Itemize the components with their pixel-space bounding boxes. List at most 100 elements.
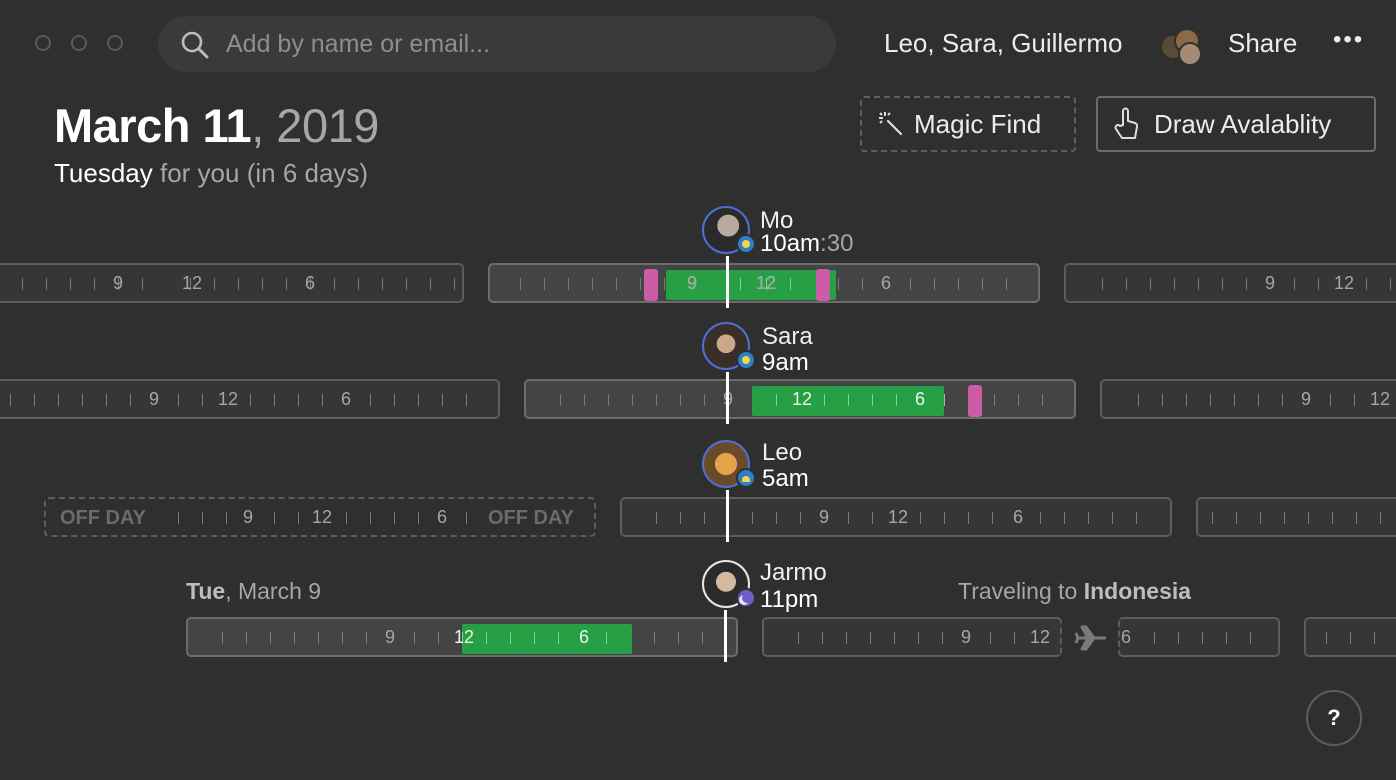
hour-tick xyxy=(454,278,455,290)
hour-tick xyxy=(654,632,655,644)
timeline-jarmo-next-day[interactable] xyxy=(1304,617,1396,657)
availability-block[interactable]: 12 6 xyxy=(454,624,632,654)
hour-tick xyxy=(1102,278,1103,290)
hour-label-noon: 12 xyxy=(791,389,813,409)
magic-find-button[interactable]: Magic Find xyxy=(860,96,1076,152)
search-bar[interactable] xyxy=(158,16,836,72)
timeline-sara-current-day[interactable]: 126 9 xyxy=(524,379,1076,419)
hour-tick xyxy=(790,278,791,290)
hour-tick xyxy=(680,394,681,406)
hour-tick xyxy=(1282,394,1283,406)
hour-tick xyxy=(702,632,703,644)
hour-tick xyxy=(632,394,633,406)
close-window-button[interactable] xyxy=(35,35,51,51)
airplane-icon xyxy=(1074,625,1106,651)
hour-tick xyxy=(1318,278,1319,290)
timeline-jarmo-travel-before[interactable]: 9 12 xyxy=(762,617,1062,657)
hour-tick xyxy=(544,278,545,290)
more-options-button[interactable]: ••• xyxy=(1333,26,1364,54)
hour-tick xyxy=(958,278,959,290)
hour-tick xyxy=(944,512,945,524)
current-time-line xyxy=(726,372,729,424)
hour-tick xyxy=(920,512,921,524)
hour-tick xyxy=(776,394,777,406)
hour-tick xyxy=(1006,278,1007,290)
hour-tick xyxy=(798,632,799,644)
zoom-window-button[interactable] xyxy=(107,35,123,51)
share-button[interactable]: Share xyxy=(1228,28,1297,59)
timeline-leo-current-day[interactable]: 9 12 6 xyxy=(620,497,1172,537)
hour-tick xyxy=(1374,632,1375,644)
timeline-mo-current-day[interactable]: 9 12 9 12 6 xyxy=(488,263,1040,303)
timeline-jarmo-current-day[interactable]: 12 6 9 xyxy=(186,617,738,657)
hour-label-morning: 9 xyxy=(242,507,254,527)
hour-tick xyxy=(838,278,839,290)
draw-availability-label: Draw Avalablity xyxy=(1154,108,1332,139)
hour-tick xyxy=(1258,394,1259,406)
hour-tick xyxy=(944,394,945,406)
hour-label-noon: 12 xyxy=(1369,389,1391,409)
timeline-leo-next-day[interactable] xyxy=(1196,497,1396,537)
local-time-leo: 5am xyxy=(762,465,809,492)
hour-tick xyxy=(322,394,323,406)
busy-marker[interactable] xyxy=(968,385,982,417)
timeline-mo-previous-day[interactable]: 9 12 6 xyxy=(0,263,464,303)
hour-tick xyxy=(346,512,347,524)
hour-label-morning: 9 xyxy=(148,389,160,409)
hour-tick xyxy=(1014,632,1015,644)
hour-tick xyxy=(616,278,617,290)
hour-tick xyxy=(406,278,407,290)
travel-label: Traveling to Indonesia xyxy=(958,578,1191,605)
magic-find-label: Magic Find xyxy=(914,108,1042,139)
help-button[interactable]: ? xyxy=(1306,690,1362,746)
hour-tick xyxy=(238,278,239,290)
search-input[interactable] xyxy=(226,16,786,72)
participants-avatar-stack[interactable] xyxy=(1160,26,1202,66)
timeline-sara-previous-day[interactable]: 9 12 6 xyxy=(0,379,500,419)
timeline-sara-next-day[interactable]: 9 12 xyxy=(1100,379,1396,419)
hour-label-noon: 12 xyxy=(311,507,333,527)
jarmo-weekday: Tue xyxy=(186,578,226,604)
hour-tick xyxy=(1174,278,1175,290)
hour-tick xyxy=(704,512,705,524)
daytime-sunrise-icon xyxy=(736,468,756,488)
hour-tick xyxy=(1350,632,1351,644)
hour-tick xyxy=(1212,512,1213,524)
hour-tick xyxy=(1226,632,1227,644)
hour-tick xyxy=(222,632,223,644)
hour-tick xyxy=(568,278,569,290)
busy-marker[interactable] xyxy=(644,269,658,301)
hour-label-noon: 12 xyxy=(887,507,909,527)
hour-tick xyxy=(1356,512,1357,524)
timeline-jarmo-travel-after[interactable]: 6 xyxy=(1118,617,1280,657)
hour-tick xyxy=(466,394,467,406)
hour-tick xyxy=(800,512,801,524)
hour-label-noon: 12 xyxy=(453,627,475,647)
hour-tick xyxy=(1294,278,1295,290)
page-title: March 11, 2019 xyxy=(54,98,379,153)
hour-tick xyxy=(334,278,335,290)
hour-tick xyxy=(558,632,559,644)
hour-tick xyxy=(298,512,299,524)
participants-list[interactable]: Leo, Sara, Guillermo xyxy=(884,28,1122,59)
hour-label-evening: 6 xyxy=(436,507,448,527)
hour-tick xyxy=(1284,512,1285,524)
hour-tick xyxy=(606,632,607,644)
timeline-leo-off-day[interactable]: OFF DAY OFF DAY 9 12 6 xyxy=(44,497,596,537)
timeline-mo-next-day[interactable]: 9 12 xyxy=(1064,263,1396,303)
hand-pointer-icon xyxy=(1114,107,1139,139)
person-name-jarmo: Jarmo xyxy=(760,559,827,586)
minimize-window-button[interactable] xyxy=(71,35,87,51)
draw-availability-button[interactable]: Draw Avalablity xyxy=(1096,96,1376,152)
hour-tick xyxy=(1112,512,1113,524)
hour-tick xyxy=(678,632,679,644)
hour-label-noon: 12 xyxy=(755,273,777,293)
local-time-minutes: :30 xyxy=(820,230,854,257)
hour-tick xyxy=(358,278,359,290)
availability-block[interactable]: 12 6 xyxy=(752,386,945,416)
hour-tick xyxy=(848,512,849,524)
busy-marker[interactable] xyxy=(816,269,830,301)
hour-tick xyxy=(1162,394,1163,406)
hour-tick xyxy=(246,632,247,644)
hour-tick xyxy=(822,632,823,644)
